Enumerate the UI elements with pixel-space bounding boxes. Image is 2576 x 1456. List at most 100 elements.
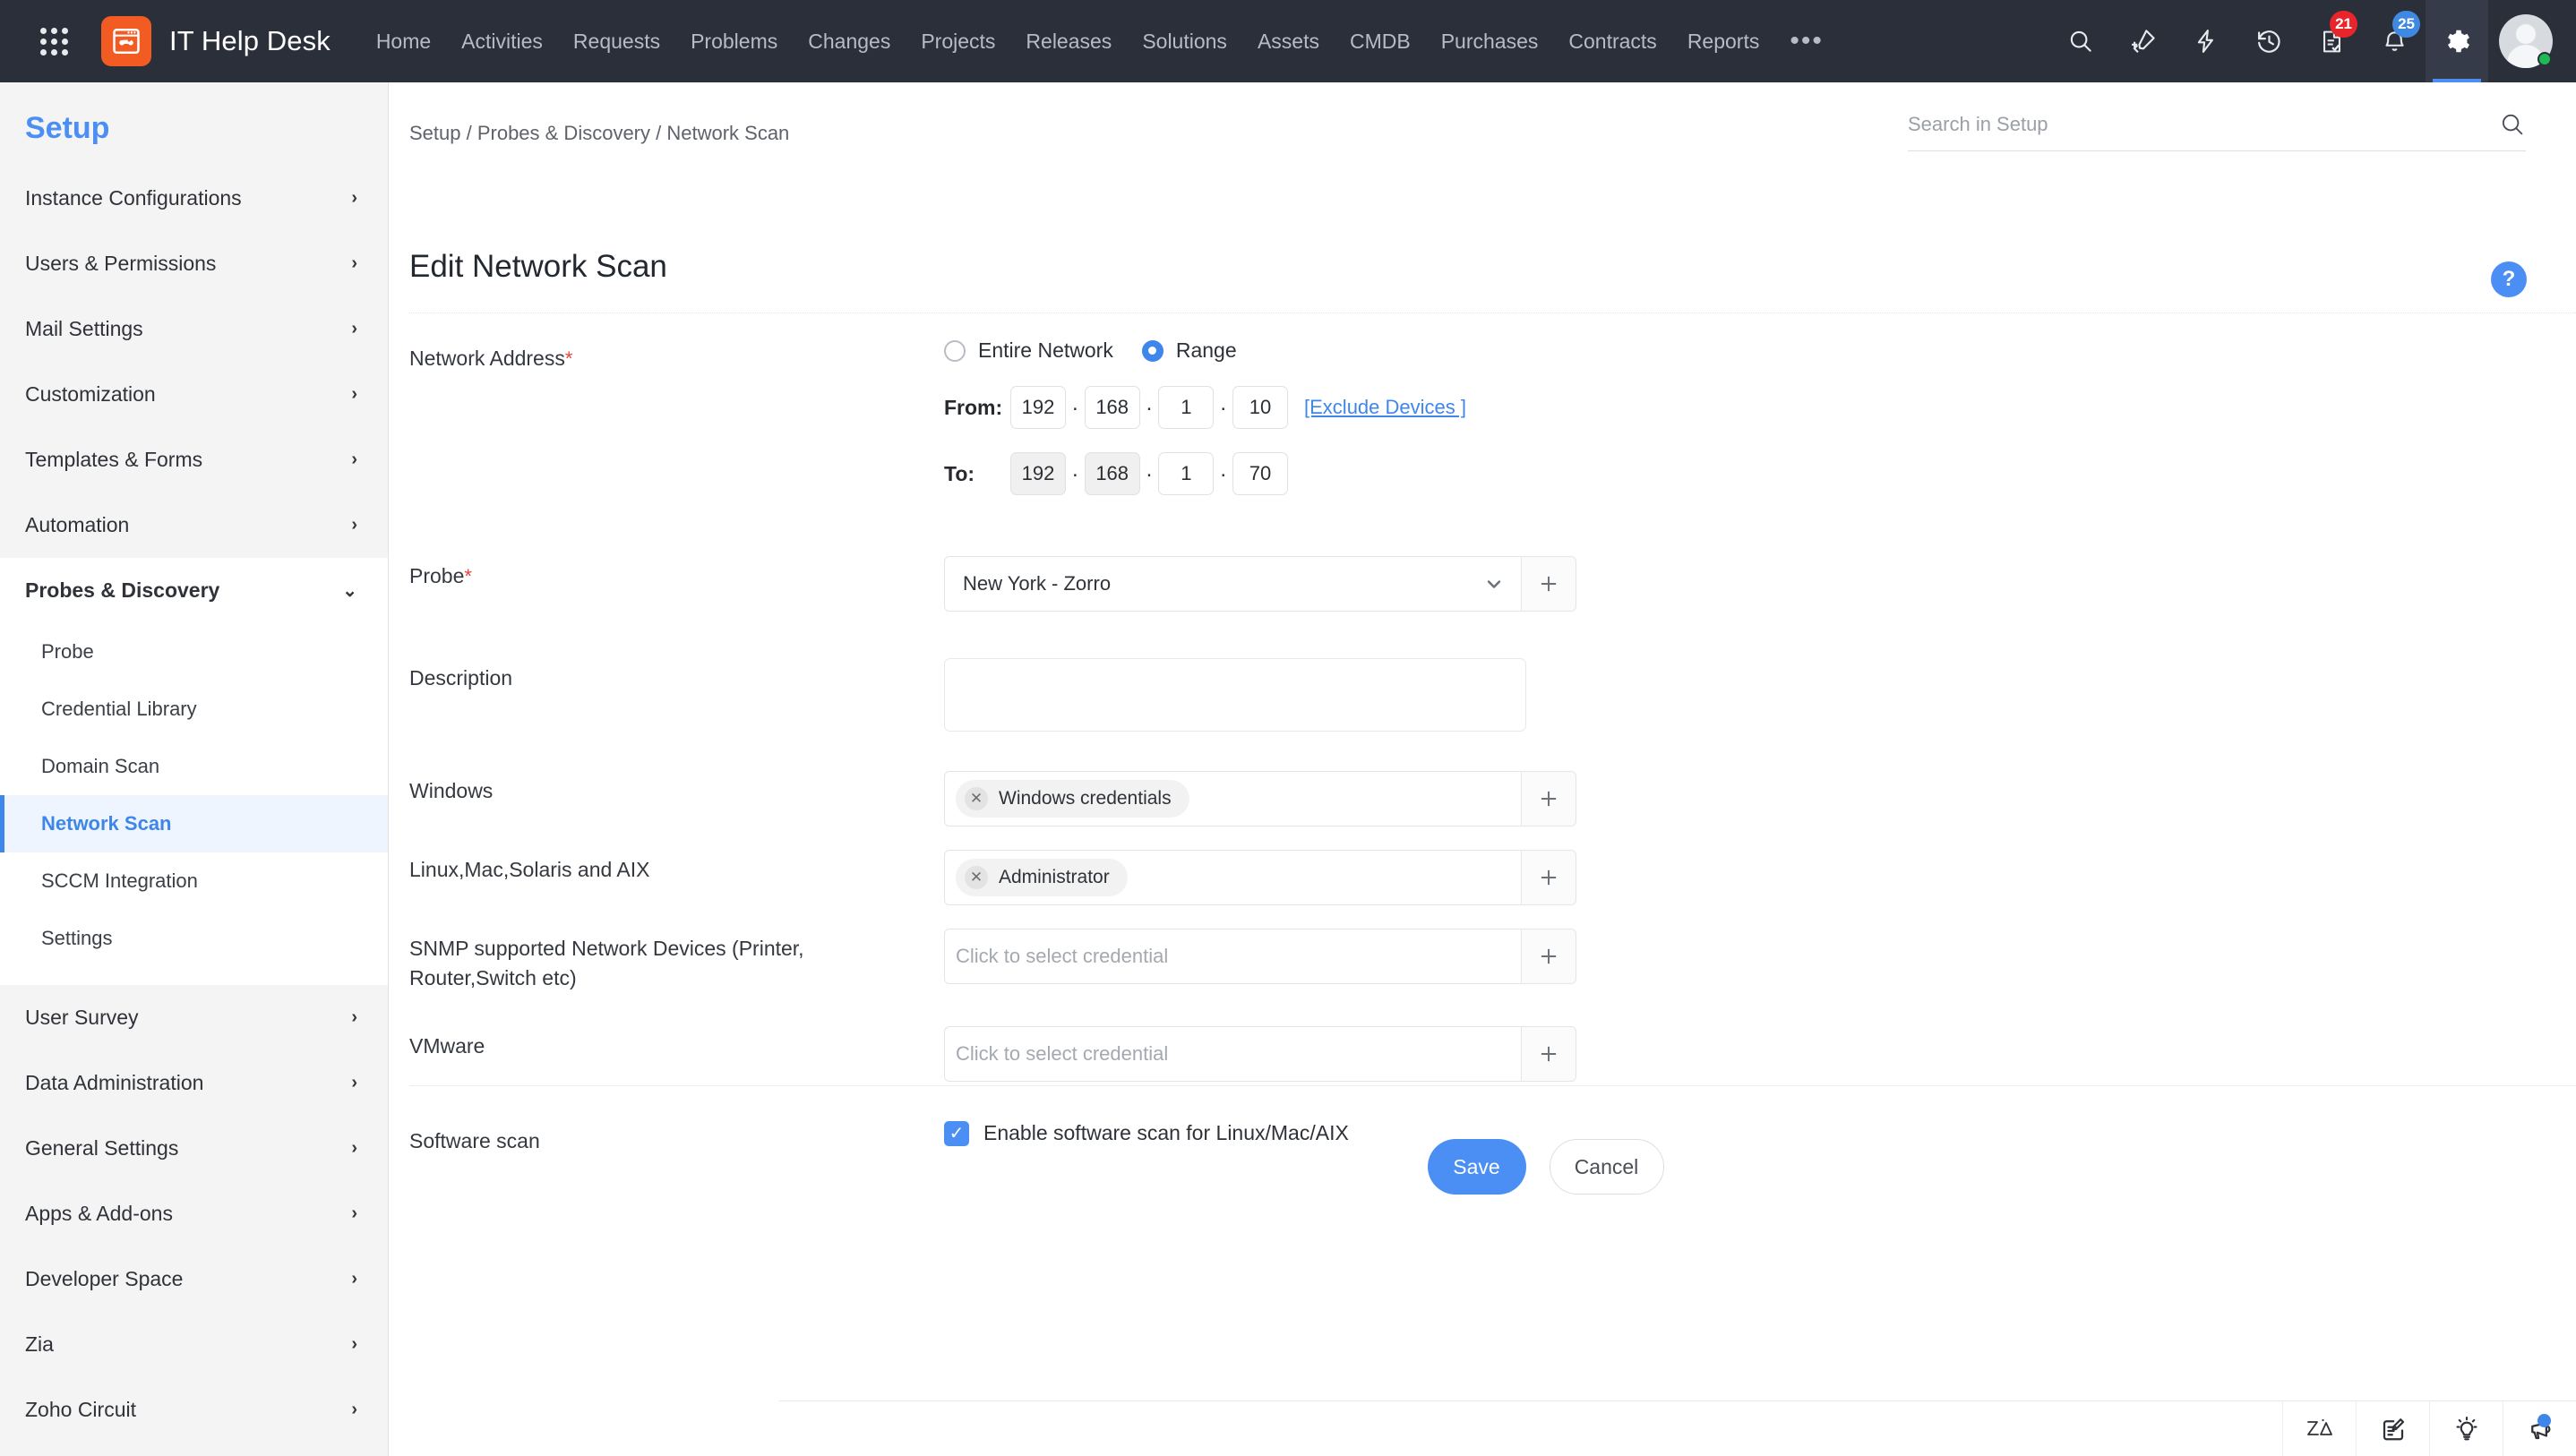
notes-edit-icon[interactable]: [2356, 1401, 2429, 1456]
nav-item-assets[interactable]: Assets: [1242, 0, 1335, 82]
grid-apps-icon[interactable]: [40, 28, 67, 55]
tasks-icon[interactable]: 21: [2300, 0, 2363, 82]
windows-credential-wrap: ✕ Windows credentials: [944, 771, 1576, 826]
nav-item-activities[interactable]: Activities: [446, 0, 558, 82]
to-octet-1[interactable]: 192: [1010, 452, 1066, 495]
settings-gear-icon[interactable]: [2426, 0, 2488, 82]
sidebar-item-customization[interactable]: Customization ›: [0, 362, 388, 427]
windows-credential-field[interactable]: ✕ Windows credentials: [944, 771, 1521, 826]
setup-sidebar: Setup Instance Configurations › Users & …: [0, 82, 389, 1456]
to-octet-3[interactable]: 1: [1158, 452, 1214, 495]
vmware-placeholder: Click to select credential: [956, 1042, 1168, 1066]
octet-separator: .: [1142, 391, 1157, 424]
search-input[interactable]: [1908, 113, 2499, 136]
sidebar-item-instance-configurations[interactable]: Instance Configurations ›: [0, 166, 388, 231]
sidebar-item-zoho-circuit[interactable]: Zoho Circuit ›: [0, 1377, 388, 1443]
description-textarea[interactable]: [944, 658, 1526, 732]
sidebar-item-credential-library[interactable]: Credential Library: [0, 681, 388, 738]
sidebar-item-developer-space[interactable]: Developer Space ›: [0, 1246, 388, 1312]
nav-item-projects[interactable]: Projects: [906, 0, 1010, 82]
nav-item-reports[interactable]: Reports: [1672, 0, 1775, 82]
search-icon[interactable]: [2049, 0, 2112, 82]
to-octet-2[interactable]: 168: [1085, 452, 1140, 495]
credential-chip: ✕ Windows credentials: [956, 780, 1189, 818]
quick-actions-lightning-icon[interactable]: [2175, 0, 2237, 82]
notifications-bell-icon[interactable]: 25: [2363, 0, 2426, 82]
zia-icon[interactable]: [2282, 1401, 2356, 1456]
required-asterisk: *: [565, 347, 573, 370]
nav-item-requests[interactable]: Requests: [558, 0, 675, 82]
sidebar-subitem-label: Probe: [41, 640, 94, 664]
add-windows-credential-button[interactable]: [1521, 771, 1576, 826]
linux-credential-field[interactable]: ✕ Administrator: [944, 850, 1521, 905]
nav-item-cmdb[interactable]: CMDB: [1335, 0, 1426, 82]
sidebar-item-automation[interactable]: Automation ›: [0, 492, 388, 558]
nav-item-purchases[interactable]: Purchases: [1426, 0, 1554, 82]
from-octet-4[interactable]: 10: [1232, 386, 1288, 429]
sidebar-item-templates-forms[interactable]: Templates & Forms ›: [0, 427, 388, 492]
nav-item-problems[interactable]: Problems: [675, 0, 793, 82]
vmware-credential-field[interactable]: Click to select credential: [944, 1026, 1521, 1082]
sidebar-item-probes-discovery[interactable]: Probes & Discovery ⌄: [0, 558, 388, 623]
probe-select[interactable]: New York - Zorro: [944, 556, 1521, 612]
tasks-badge: 21: [2330, 11, 2357, 38]
nav-item-releases[interactable]: Releases: [1010, 0, 1127, 82]
remove-chip-icon[interactable]: ✕: [965, 787, 988, 810]
user-avatar[interactable]: [2499, 14, 2553, 68]
sidebar-item-network-scan[interactable]: Network Scan: [0, 795, 388, 852]
sidebar-item-zia[interactable]: Zia ›: [0, 1312, 388, 1377]
sidebar-item-mail-settings[interactable]: Mail Settings ›: [0, 296, 388, 362]
from-octet-3[interactable]: 1: [1158, 386, 1214, 429]
nav-more-icon[interactable]: •••: [1774, 0, 1839, 82]
history-clock-icon[interactable]: [2237, 0, 2300, 82]
snmp-credential-field[interactable]: Click to select credential: [944, 929, 1521, 984]
save-button[interactable]: Save: [1428, 1139, 1526, 1195]
sidebar-title: Setup: [0, 82, 388, 166]
lightbulb-tips-icon[interactable]: [2429, 1401, 2503, 1456]
remove-chip-icon[interactable]: ✕: [965, 866, 988, 889]
add-linux-credential-button[interactable]: [1521, 850, 1576, 905]
sidebar-item-general-settings[interactable]: General Settings ›: [0, 1116, 388, 1181]
add-snmp-credential-button[interactable]: [1521, 929, 1576, 984]
from-octet-1[interactable]: 192: [1010, 386, 1066, 429]
from-octet-2[interactable]: 168: [1085, 386, 1140, 429]
nav-item-home[interactable]: Home: [361, 0, 446, 82]
chevron-right-icon: ›: [351, 1203, 357, 1224]
new-ticket-icon[interactable]: [2112, 0, 2175, 82]
add-vmware-credential-button[interactable]: [1521, 1026, 1576, 1082]
page-title: Edit Network Scan: [409, 249, 667, 285]
radio-range[interactable]: Range: [1142, 338, 1237, 363]
chip-label: Administrator: [999, 867, 1110, 888]
help-button[interactable]: ?: [2491, 261, 2527, 297]
linux-control: ✕ Administrator: [944, 850, 2576, 905]
form-divider: [409, 1085, 2576, 1086]
nav-item-solutions[interactable]: Solutions: [1127, 0, 1242, 82]
announcements-megaphone-icon[interactable]: [2503, 1401, 2576, 1456]
sidebar-item-apps-addons[interactable]: Apps & Add-ons ›: [0, 1181, 388, 1246]
cancel-button[interactable]: Cancel: [1550, 1139, 1664, 1195]
nav-item-changes[interactable]: Changes: [793, 0, 906, 82]
nav-item-contracts[interactable]: Contracts: [1553, 0, 1671, 82]
chevron-right-icon: ›: [351, 1269, 357, 1289]
search-icon[interactable]: [2499, 111, 2526, 138]
sidebar-item-probe[interactable]: Probe: [0, 623, 388, 681]
linux-credential-wrap: ✕ Administrator: [944, 850, 1576, 905]
to-octet-4[interactable]: 70: [1232, 452, 1288, 495]
sidebar-item-sccm-integration[interactable]: SCCM Integration: [0, 852, 388, 910]
windows-label: Windows: [409, 771, 944, 806]
sidebar-group-probes-discovery: Probes & Discovery ⌄ Probe Credential Li…: [0, 558, 388, 985]
header-icon-group: 21 25: [2049, 0, 2553, 82]
sidebar-item-user-survey[interactable]: User Survey ›: [0, 985, 388, 1050]
sidebar-item-data-administration[interactable]: Data Administration ›: [0, 1050, 388, 1116]
chevron-right-icon: ›: [351, 1400, 357, 1420]
sidebar-item-domain-scan[interactable]: Domain Scan: [0, 738, 388, 795]
online-status-dot: [2537, 52, 2552, 66]
add-probe-button[interactable]: [1521, 556, 1576, 612]
it-help-desk-logo[interactable]: [101, 16, 151, 66]
sidebar-item-settings[interactable]: Settings: [0, 910, 388, 967]
radio-entire-network[interactable]: Entire Network: [944, 338, 1113, 363]
exclude-devices-link[interactable]: [Exclude Devices ]: [1304, 396, 1466, 419]
sidebar-subitem-label: Network Scan: [41, 812, 172, 835]
sidebar-item-users-permissions[interactable]: Users & Permissions ›: [0, 231, 388, 296]
chevron-right-icon: ›: [351, 515, 357, 535]
